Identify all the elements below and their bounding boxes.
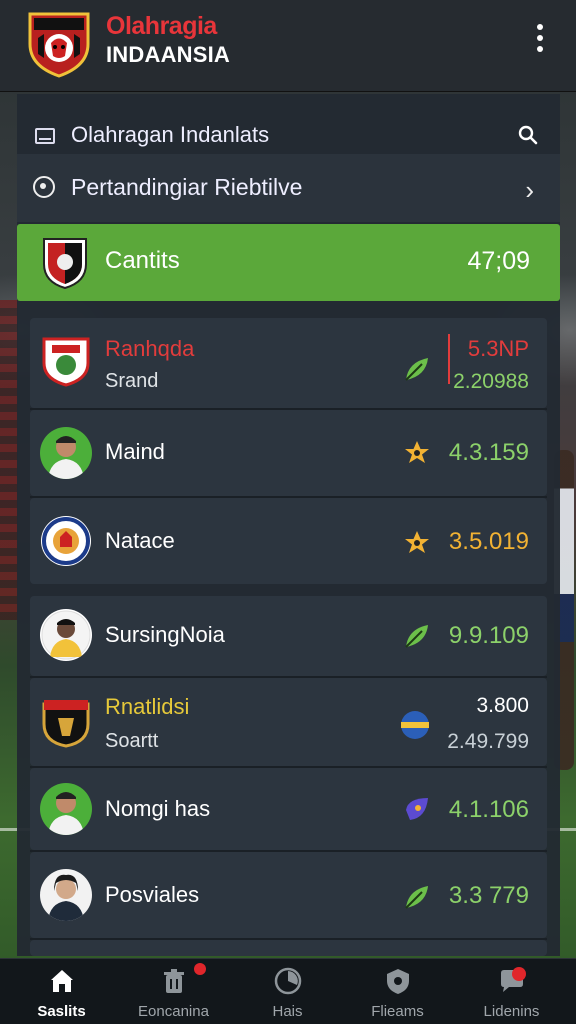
main-panel: Olahragan Indanlats Pertandingiar Riebti… <box>17 94 560 956</box>
team-value: 3.3 779 <box>448 882 529 909</box>
highlight-card[interactable]: Cantits 47;09 <box>17 224 560 301</box>
leaf-icon <box>405 886 428 909</box>
team-value: 4.3.159 <box>448 439 529 466</box>
team-crest-icon <box>42 700 90 748</box>
trash-icon <box>164 969 184 993</box>
notification-badge <box>512 967 526 981</box>
player-avatar <box>40 783 92 835</box>
tab-label: Eoncanina <box>138 1003 209 1020</box>
star-icon <box>405 531 429 553</box>
team-subtitle: Srand <box>105 370 159 392</box>
list-item[interactable]: Nomgi has 4.1.106 <box>30 768 547 850</box>
list-item[interactable]: Rnatlidsi Soartt 3.800 2.49.799 <box>30 678 547 766</box>
tab-matches[interactable]: Hais <box>230 959 345 1024</box>
club-logo[interactable] <box>24 8 94 78</box>
team-name: Rnatlidsi <box>105 694 190 719</box>
highlight-title: Cantits <box>105 247 180 274</box>
more-menu-icon[interactable] <box>534 24 546 60</box>
shield-icon <box>387 969 409 994</box>
live-matches-label: Pertandingiar Riebtilve <box>71 174 303 200</box>
tab-home[interactable]: Saslits <box>4 959 119 1024</box>
list-item[interactable]: Natace 3.5.019 <box>30 498 547 584</box>
list-item[interactable] <box>30 940 547 956</box>
star-icon <box>405 441 429 463</box>
document-icon <box>35 128 55 144</box>
radio-icon <box>33 176 55 198</box>
chevron-right-icon: › <box>525 175 534 205</box>
club-badge-icon <box>43 238 87 290</box>
home-icon <box>51 970 73 992</box>
tab-teams[interactable]: Flieams <box>340 959 455 1024</box>
ball-icon <box>274 967 302 995</box>
player-avatar <box>40 869 92 921</box>
tab-label: Lidenins <box>483 1003 540 1020</box>
search-icon[interactable] <box>518 125 538 145</box>
team-value: 3.5.019 <box>448 528 529 555</box>
tab-label: Flieams <box>371 1003 424 1020</box>
tab-label: Saslits <box>37 1003 86 1020</box>
list-item[interactable]: Ranhqda Srand 5.3NP 2.20988 <box>30 318 547 408</box>
team-name: Ranhqda <box>105 336 195 361</box>
list-item[interactable]: Posviales 3.3 779 <box>30 852 547 938</box>
team-crest-icon <box>42 337 90 387</box>
app-header: Olahragia INDAANSIA <box>0 0 576 92</box>
tab-notifications[interactable]: Lidenins <box>454 959 569 1024</box>
team-value-secondary: 2.49.799 <box>447 730 529 753</box>
player-avatar <box>40 427 92 479</box>
divider <box>448 334 450 384</box>
list-item[interactable]: SursingNoia 9.9.109 <box>30 596 547 676</box>
leaf-icon <box>405 625 428 648</box>
live-matches-row[interactable]: Pertandingiar Riebtilve › <box>17 154 560 222</box>
globe-icon <box>401 711 429 739</box>
stands-left <box>0 300 18 620</box>
tab-label: Hais <box>272 1003 303 1020</box>
bottom-navigation: Saslits Eoncanina Hais Flieams Lidenins <box>0 958 576 1024</box>
team-name: Maind <box>105 439 165 464</box>
team-value-secondary: 2.20988 <box>453 370 529 393</box>
search-label: Olahragan Indanlats <box>71 122 270 147</box>
team-name: Nomgi has <box>105 796 211 821</box>
tag-icon <box>406 798 428 820</box>
team-name: Posviales <box>105 882 200 907</box>
brand-line-1: Olahragia <box>106 12 217 40</box>
highlight-value: 47;09 <box>467 247 530 275</box>
team-value: 9.9.109 <box>448 622 529 649</box>
notification-badge <box>194 963 206 975</box>
tab-competitions[interactable]: Eoncanina <box>116 959 231 1024</box>
team-name: Natace <box>105 528 175 553</box>
team-value: 4.1.106 <box>448 796 529 823</box>
club-emblem-icon <box>41 516 91 566</box>
leaf-icon <box>405 358 428 381</box>
team-name: SursingNoia <box>105 622 225 647</box>
list-item[interactable]: Maind 4.3.159 <box>30 410 547 496</box>
player-avatar <box>40 609 92 661</box>
brand-title: Olahragia INDAANSIA <box>106 12 230 68</box>
team-subtitle: Soartt <box>105 730 159 752</box>
brand-line-2: INDAANSIA <box>106 42 231 67</box>
team-value: 3.800 <box>476 694 529 717</box>
team-value: 5.3NP <box>467 336 529 361</box>
